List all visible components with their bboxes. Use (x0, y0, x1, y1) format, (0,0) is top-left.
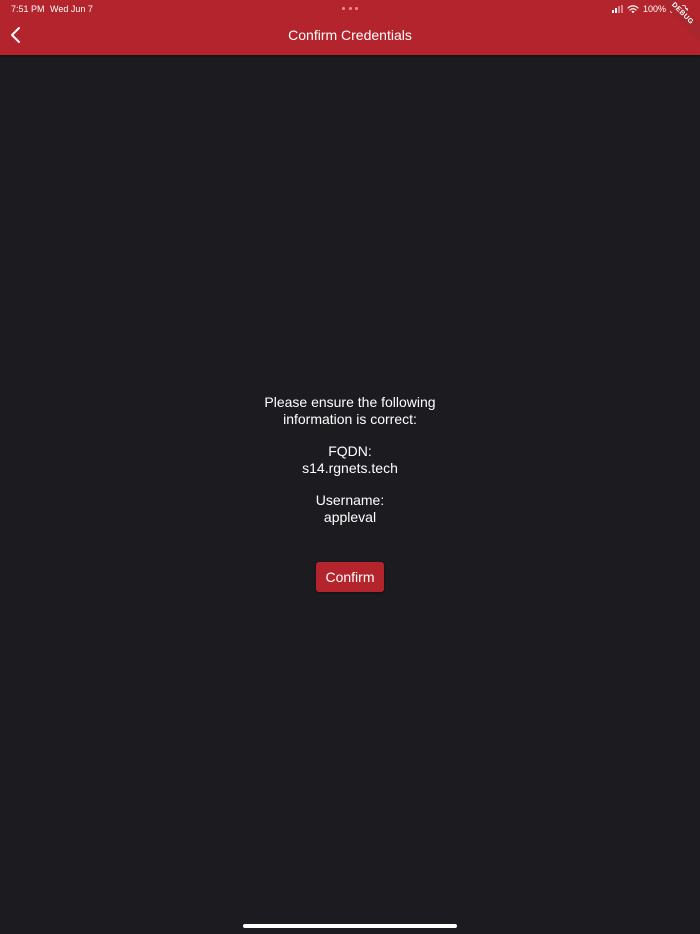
confirm-button[interactable]: Confirm (316, 562, 384, 592)
page-title: Confirm Credentials (288, 27, 412, 43)
intro-text-line-1: Please ensure the following (264, 394, 436, 410)
username-value: appleval (323, 508, 377, 525)
status-time: 7:51 PM (11, 4, 45, 14)
intro-text-line-2: information is correct: (283, 410, 417, 427)
fqdn-value: s14.rgnets.tech (302, 459, 398, 476)
fqdn-label: FQDN: (328, 443, 372, 459)
back-button[interactable] (6, 25, 26, 45)
battery-percentage: 100% (642, 4, 666, 14)
chevron-left-icon (11, 27, 20, 43)
credentials-summary: Please ensure the following information … (0, 394, 700, 525)
confirm-credentials-screen: 7:51 PM Wed Jun 7 100% DEBUG Confirm Cre… (0, 0, 700, 934)
signal-icon (611, 5, 623, 13)
wifi-icon (627, 4, 639, 13)
status-bar: 7:51 PM Wed Jun 7 100% (0, 0, 700, 18)
username-label: Username: (315, 492, 385, 508)
status-date: Wed Jun 7 (50, 4, 93, 14)
home-indicator[interactable] (243, 924, 457, 928)
app-bar: 7:51 PM Wed Jun 7 100% DEBUG Confirm Cre… (0, 0, 700, 55)
multitasking-dots-icon[interactable] (342, 7, 358, 11)
